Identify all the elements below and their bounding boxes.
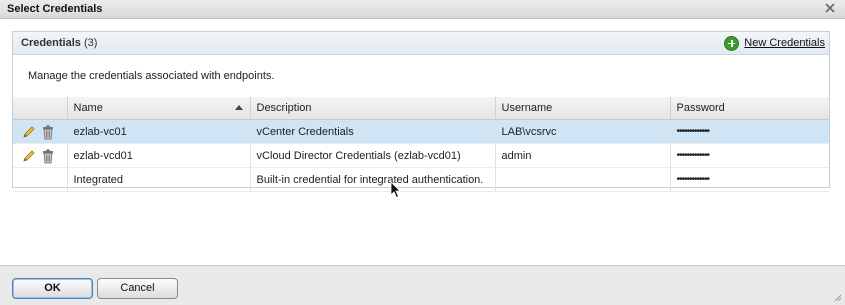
new-credentials-label: New Credentials [744, 37, 825, 49]
column-header-description[interactable]: Description [250, 97, 496, 120]
row-actions [13, 167, 68, 192]
table-header-row: Name Description Username Password [13, 97, 829, 120]
column-header-name[interactable]: Name [67, 97, 251, 120]
cell-username [495, 167, 671, 192]
cell-username: admin [495, 143, 671, 168]
cell-description: vCenter Credentials [250, 119, 496, 144]
cell-password: ••••••••••••• [670, 143, 829, 168]
cell-password: ••••••••••••• [670, 119, 829, 144]
pencil-icon[interactable] [21, 124, 37, 140]
column-name-label: Name [73, 102, 103, 114]
panel-header: Credentials (3) New Credentials [13, 32, 829, 55]
sort-ascending-icon [234, 105, 243, 110]
cell-name: Integrated [67, 167, 251, 192]
cell-name: ezlab-vcd01 [67, 143, 251, 168]
credentials-panel: Credentials (3) New Credentials Manage t… [12, 31, 830, 192]
credentials-table: Name Description Username Password ezlab… [13, 97, 829, 192]
column-header-password[interactable]: Password [670, 97, 829, 120]
table-row[interactable]: Integrated Built-in credential for integ… [13, 167, 829, 192]
pencil-icon[interactable] [21, 148, 37, 164]
cell-name: ezlab-vc01 [67, 119, 251, 144]
cell-password: ••••••••••••• [670, 167, 829, 192]
dialog-footer: OK Cancel [0, 265, 845, 305]
row-actions [13, 119, 68, 144]
ok-button[interactable]: OK [12, 278, 93, 299]
dialog-title: Select Credentials [7, 3, 103, 15]
cell-username: LAB\vcsrvc [495, 119, 671, 144]
trash-icon[interactable] [40, 148, 56, 164]
cell-description: Built-in credential for integrated authe… [250, 167, 496, 192]
table-row[interactable]: ezlab-vcd01 vCloud Director Credentials … [13, 143, 829, 168]
add-icon [724, 35, 740, 51]
column-username-label: Username [501, 102, 553, 114]
panel-description: Manage the credentials associated with e… [28, 70, 275, 82]
new-credentials-button[interactable]: New Credentials [724, 35, 825, 51]
panel-title: Credentials (3) [21, 37, 97, 49]
column-description-label: Description [256, 102, 312, 114]
close-icon[interactable] [824, 2, 836, 14]
mouse-pointer-icon [390, 181, 401, 199]
cell-description: vCloud Director Credentials (ezlab-vcd01… [250, 143, 496, 168]
column-password-label: Password [676, 102, 725, 114]
dialog-titlebar: Select Credentials [0, 0, 845, 19]
resize-grip-icon[interactable] [832, 292, 842, 302]
credential-count: (3) [83, 37, 98, 49]
row-actions [13, 143, 68, 168]
cancel-button[interactable]: Cancel [97, 278, 178, 299]
panel-title-text: Credentials [21, 37, 81, 49]
table-row[interactable]: ezlab-vc01 vCenter Credentials LAB\vcsrv… [13, 119, 829, 144]
column-header-username[interactable]: Username [495, 97, 671, 120]
trash-icon[interactable] [40, 124, 56, 140]
column-header-actions [13, 97, 68, 120]
